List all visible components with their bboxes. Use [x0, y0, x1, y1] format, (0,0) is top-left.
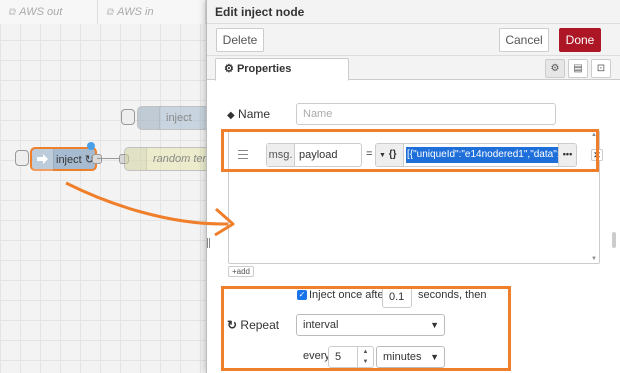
function-icon [125, 148, 147, 170]
add-property-button[interactable]: +add [228, 266, 254, 277]
tray-toolbar: Delete Cancel Done [207, 24, 620, 56]
inject-trigger-button[interactable] [121, 109, 135, 125]
json-type-selector[interactable]: ▼ {} [376, 144, 404, 166]
json-value-input[interactable]: [{"uniqueId":"e14nodered1","data":{"Te [406, 147, 558, 163]
repeat-select[interactable]: interval ▼ [296, 314, 445, 336]
inject-trigger-button[interactable] [15, 150, 29, 166]
inject-once-checkbox[interactable]: ✓ [297, 290, 307, 300]
property-key-field[interactable]: msg. payload [266, 143, 362, 167]
changed-indicator [87, 142, 95, 150]
seconds-then-label: seconds, then [418, 289, 487, 301]
scroll-up-icon[interactable]: ▲ [591, 132, 597, 138]
list-scrollbar[interactable]: ▲ ▼ [590, 132, 598, 262]
cancel-button[interactable]: Cancel [499, 28, 549, 52]
inject-once-label: Inject once after [309, 289, 388, 301]
name-label: ◆ Name [227, 107, 271, 121]
refresh-icon: ↻ [227, 318, 238, 332]
flow-workspace[interactable]: ⧉ AWS out ⧉ AWS in inject inject ↻ random … [0, 0, 206, 373]
tray-title: Edit inject node [207, 0, 620, 24]
stepper-icon[interactable]: ▲ ▼ [357, 347, 373, 367]
resize-handle[interactable] [207, 238, 211, 248]
editor-tabs: ⚙ Properties ⚙ ▤ ⊡ [207, 56, 620, 81]
property-list[interactable]: msg. payload = ▼ {} [{"uniqueId":"e14nod… [228, 130, 603, 264]
delete-button[interactable]: Delete [216, 28, 264, 52]
done-button[interactable]: Done [559, 28, 601, 52]
chevron-down-icon: ▼ [430, 352, 439, 362]
expand-editor-button[interactable]: ••• [558, 144, 576, 166]
tray-scrollbar[interactable] [610, 84, 618, 256]
function-node[interactable]: random temp [124, 147, 206, 171]
settings-tab-gear-icon[interactable]: ⚙ [545, 59, 565, 78]
description-tab-document-icon[interactable]: ▤ [568, 59, 588, 78]
drag-handle-icon[interactable] [238, 150, 248, 162]
property-key-input[interactable]: payload [299, 144, 338, 166]
appearance-tab-frame-icon[interactable]: ⊡ [591, 59, 611, 78]
workspace-tab-aws-in[interactable]: ⧉ AWS in [98, 0, 206, 24]
every-label: every [303, 350, 330, 362]
tag-icon: ◆ [227, 110, 235, 121]
tab-properties[interactable]: ⚙ Properties [215, 58, 349, 81]
caret-down-icon: ▼ [379, 152, 386, 159]
output-port[interactable] [92, 154, 102, 164]
workspace-tab-bar: ⧉ AWS out ⧉ AWS in [0, 0, 206, 24]
msg-type-selector[interactable]: msg. [267, 144, 295, 166]
flow-icon: ⧉ [8, 7, 16, 18]
inject-node-selected[interactable]: inject ↻ [30, 147, 97, 171]
workspace-tab-aws-out[interactable]: ⧉ AWS out [0, 0, 98, 24]
flow-icon: ⧉ [106, 7, 114, 18]
editor-tray: Edit inject node Delete Cancel Done ⚙ Pr… [206, 0, 620, 373]
name-input[interactable]: Name [296, 103, 556, 125]
interval-units-select[interactable]: minutes ▼ [376, 346, 445, 368]
scroll-down-icon[interactable]: ▼ [591, 256, 597, 262]
equals-sign: = [366, 148, 373, 160]
chevron-down-icon: ▼ [430, 320, 439, 330]
arrow-right-icon [32, 149, 54, 171]
property-value-field[interactable]: ▼ {} [{"uniqueId":"e14nodered1","data":{… [375, 143, 577, 167]
arrow-right-icon [138, 107, 160, 129]
gear-icon: ⚙ [224, 63, 234, 75]
inject-node[interactable]: inject [137, 106, 206, 130]
wire [97, 158, 119, 159]
inject-once-delay-input[interactable]: 0.1 [382, 286, 412, 308]
interval-number-input[interactable]: 5 ▲ ▼ [328, 346, 374, 368]
repeat-label: ↻ Repeat [227, 318, 280, 332]
